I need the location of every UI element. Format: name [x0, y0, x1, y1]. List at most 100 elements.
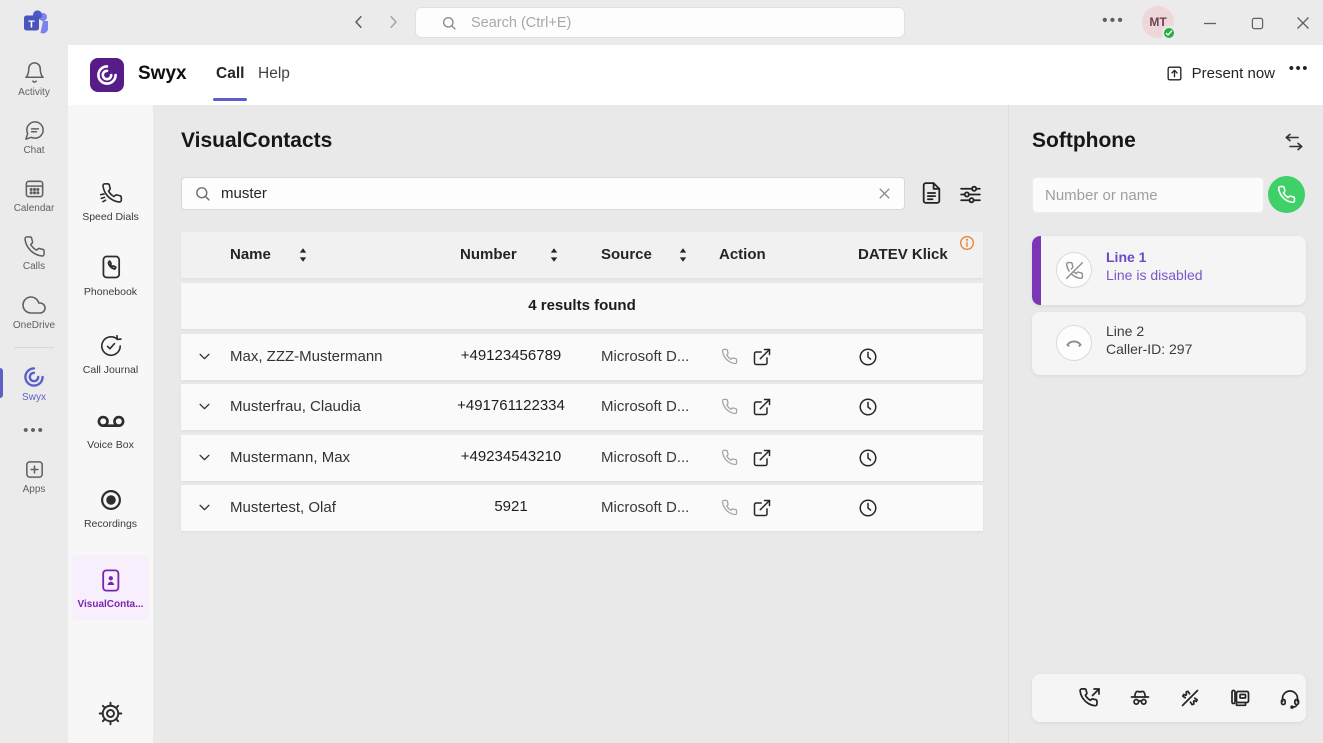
- sidebar-item-recordings[interactable]: Recordings: [68, 487, 153, 530]
- contact-search-input[interactable]: [221, 185, 877, 202]
- info-icon[interactable]: [959, 235, 975, 251]
- titlebar-more-icon[interactable]: •••: [1102, 12, 1125, 30]
- rail-item-chat[interactable]: Chat: [0, 109, 68, 166]
- chevron-down-icon[interactable]: [197, 500, 212, 515]
- contact-search-bar[interactable]: [181, 177, 905, 210]
- table-header: Name Number Source Action DATEV Klick: [181, 232, 983, 278]
- call-journal-icon: [68, 333, 153, 359]
- swap-panel-icon[interactable]: [1283, 133, 1305, 151]
- sidebar-item-speed-dials[interactable]: Speed Dials: [68, 180, 153, 223]
- rail-label: Chat: [23, 145, 44, 156]
- sort-icon[interactable]: [548, 246, 560, 264]
- open-contact-icon[interactable]: [752, 347, 772, 367]
- dial-call-button[interactable]: [1268, 176, 1305, 213]
- headset-icon[interactable]: [1278, 686, 1302, 710]
- dial-input[interactable]: [1045, 187, 1251, 204]
- speed-dials-icon: [68, 180, 153, 206]
- line-2-card[interactable]: Line 2 Caller-ID: 297: [1032, 312, 1306, 375]
- search-icon: [441, 15, 457, 31]
- contact-source: Microsoft D...: [601, 449, 689, 466]
- avatar[interactable]: MT: [1142, 6, 1174, 38]
- page-title: VisualContacts: [181, 129, 332, 153]
- sidebar-item-label: Voice Box: [68, 439, 153, 451]
- open-contact-icon[interactable]: [752, 498, 772, 518]
- table-row[interactable]: Mustertest, Olaf 5921 Microsoft D...: [181, 485, 983, 531]
- forward-arrow-icon[interactable]: [384, 13, 402, 31]
- column-header-name[interactable]: Name: [230, 246, 271, 263]
- rail-item-activity[interactable]: Activity: [0, 51, 68, 108]
- column-header-datev-klick: DATEV Klick: [858, 246, 948, 263]
- sidebar-item-label: Speed Dials: [68, 211, 153, 223]
- teams-search-input[interactable]: [471, 15, 851, 31]
- teams-search-bar[interactable]: [415, 7, 905, 38]
- chevron-down-icon[interactable]: [197, 399, 212, 414]
- contact-number: +49123456789: [436, 347, 586, 364]
- rail-more-apps-icon[interactable]: •••: [0, 413, 68, 447]
- sidebar-item-label: Recordings: [68, 518, 153, 530]
- rail-label: Calls: [23, 261, 45, 272]
- filter-settings-icon[interactable]: [958, 182, 983, 207]
- calendar-icon: [23, 177, 46, 200]
- chevron-down-icon[interactable]: [197, 450, 212, 465]
- contact-name: Musterfrau, Claudia: [230, 398, 361, 415]
- call-forwarding-icon[interactable]: [1078, 686, 1102, 710]
- secondary-call-disabled-icon[interactable]: [1178, 686, 1202, 710]
- record-icon: [68, 487, 153, 513]
- call-action-icon[interactable]: [721, 499, 738, 516]
- rail-item-swyx[interactable]: Swyx: [0, 355, 68, 412]
- table-row[interactable]: Mustermann, Max +49234543210 Microsoft D…: [181, 435, 983, 481]
- sidebar-item-phonebook[interactable]: Phonebook: [68, 253, 153, 298]
- teams-titlebar: T ••• MT: [0, 0, 1323, 45]
- chevron-down-icon[interactable]: [197, 349, 212, 364]
- column-header-source[interactable]: Source: [601, 246, 652, 263]
- minimize-button[interactable]: [1199, 12, 1221, 34]
- open-contact-icon[interactable]: [752, 397, 772, 417]
- line-name: Line 2: [1106, 323, 1144, 339]
- rail-item-calendar[interactable]: Calendar: [0, 167, 68, 224]
- line-status: Line is disabled: [1106, 267, 1203, 283]
- table-row[interactable]: Musterfrau, Claudia +491761122334 Micros…: [181, 384, 983, 430]
- call-action-icon[interactable]: [721, 398, 738, 415]
- close-button[interactable]: [1292, 12, 1314, 34]
- sidebar-item-call-journal[interactable]: Call Journal: [68, 333, 153, 376]
- history-clock-icon[interactable]: [858, 347, 878, 367]
- sort-icon[interactable]: [297, 246, 309, 264]
- app-more-icon[interactable]: •••: [1289, 60, 1309, 77]
- rail-label: Swyx: [22, 392, 46, 403]
- contact-name: Mustermann, Max: [230, 449, 350, 466]
- history-clock-icon[interactable]: [858, 498, 878, 518]
- line-1-card[interactable]: Line 1 Line is disabled: [1032, 236, 1306, 305]
- clear-search-icon[interactable]: [877, 186, 892, 201]
- dial-input-wrap[interactable]: [1032, 177, 1264, 213]
- rail-item-apps[interactable]: Apps: [0, 448, 68, 505]
- hide-number-incognito-icon[interactable]: [1128, 686, 1152, 710]
- rail-item-onedrive[interactable]: OneDrive: [0, 283, 68, 340]
- tab-call[interactable]: Call: [216, 65, 244, 83]
- sidebar-item-visualcontacts[interactable]: VisualConta...: [72, 555, 149, 620]
- softphone-title: Softphone: [1032, 129, 1136, 153]
- swyx-app-icon: [22, 365, 46, 389]
- column-header-number[interactable]: Number: [460, 246, 517, 263]
- history-clock-icon[interactable]: [858, 397, 878, 417]
- desk-phone-icon[interactable]: [1228, 686, 1252, 710]
- settings-gear-icon[interactable]: [68, 700, 153, 727]
- history-clock-icon[interactable]: [858, 448, 878, 468]
- tab-help[interactable]: Help: [258, 65, 290, 83]
- export-document-icon[interactable]: [919, 179, 944, 207]
- contact-source: Microsoft D...: [601, 499, 689, 516]
- open-contact-icon[interactable]: [752, 448, 772, 468]
- call-action-icon[interactable]: [721, 449, 738, 466]
- back-arrow-icon[interactable]: [350, 13, 368, 31]
- apps-icon: [23, 458, 46, 481]
- teams-rail: Activity Chat Calendar Calls OneDrive Sw…: [0, 45, 68, 743]
- present-now-label: Present now: [1192, 65, 1275, 82]
- sidebar-item-voice-box[interactable]: Voice Box: [68, 410, 153, 451]
- active-indicator: [0, 368, 3, 398]
- rail-item-calls[interactable]: Calls: [0, 225, 68, 282]
- call-action-icon[interactable]: [721, 348, 738, 365]
- maximize-button[interactable]: [1246, 12, 1268, 34]
- present-now-button[interactable]: Present now: [1165, 64, 1275, 83]
- table-row[interactable]: Max, ZZZ-Mustermann +49123456789 Microso…: [181, 334, 983, 380]
- rail-label: Apps: [23, 484, 46, 495]
- sort-icon[interactable]: [677, 246, 689, 264]
